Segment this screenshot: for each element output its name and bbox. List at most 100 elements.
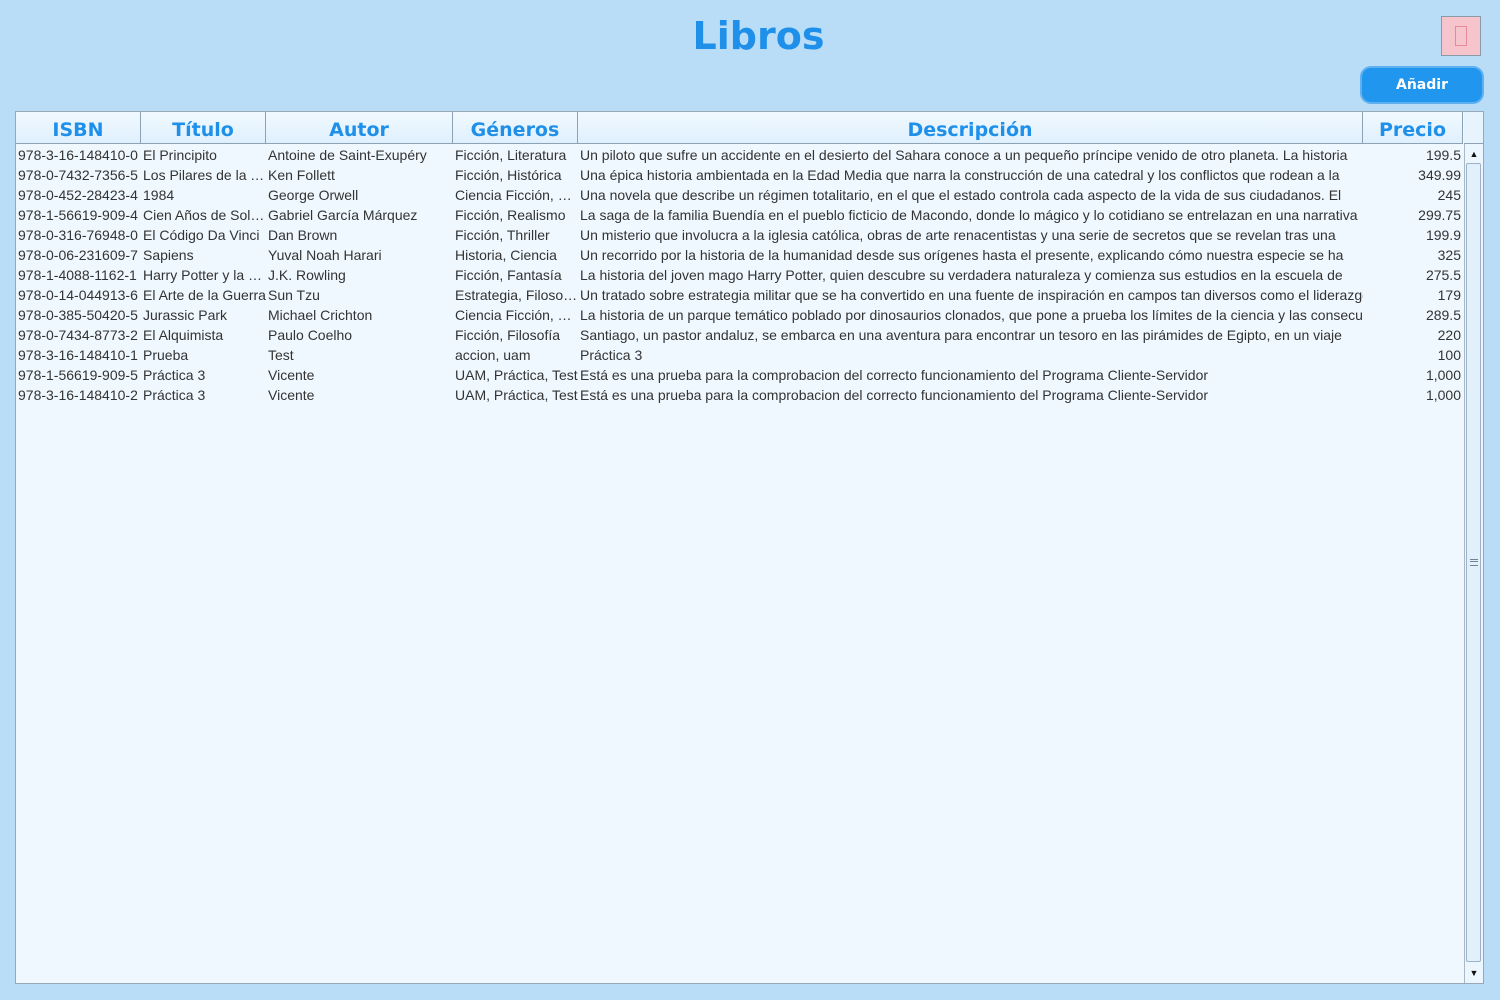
cell-precio[interactable]: 349.99 bbox=[1363, 165, 1463, 185]
cell-autor[interactable]: Michael Crichton bbox=[266, 305, 453, 325]
table-row[interactable]: 978-0-14-044913-6 El Arte de la Guerra Sun… bbox=[16, 285, 1463, 305]
column-header-autor[interactable]: Autor bbox=[266, 112, 453, 144]
cell-descripcion[interactable]: La historia de un parque temático poblad… bbox=[578, 305, 1363, 325]
cell-titulo[interactable]: Jurassic Park bbox=[141, 305, 266, 325]
cell-generos[interactable]: Ciencia Ficción, Distopía bbox=[453, 185, 578, 205]
cell-descripcion[interactable]: Una novela que describe un régimen total… bbox=[578, 185, 1363, 205]
cell-generos[interactable]: Estrategia, Filosofía bbox=[453, 285, 578, 305]
cell-autor[interactable]: Gabriel García Márquez bbox=[266, 205, 453, 225]
cell-descripcion[interactable]: Práctica 3 bbox=[578, 345, 1363, 365]
cell-isbn[interactable]: 978-0-14-044913-6 bbox=[16, 285, 141, 305]
cell-descripcion[interactable]: La saga de la familia Buendía en el pueb… bbox=[578, 205, 1363, 225]
cell-isbn[interactable]: 978-0-452-28423-4 bbox=[16, 185, 141, 205]
cell-autor[interactable]: Vicente bbox=[266, 365, 453, 385]
cell-titulo[interactable]: Prueba bbox=[141, 345, 266, 365]
close-button[interactable] bbox=[1441, 16, 1481, 56]
cell-autor[interactable]: Yuval Noah Harari bbox=[266, 245, 453, 265]
cell-descripcion[interactable]: Está es una prueba para la comprobacion … bbox=[578, 385, 1363, 405]
cell-autor[interactable]: George Orwell bbox=[266, 185, 453, 205]
cell-precio[interactable]: 275.5 bbox=[1363, 265, 1463, 285]
cell-titulo[interactable]: Los Pilares de la Tierra bbox=[141, 165, 266, 185]
cell-precio[interactable]: 245 bbox=[1363, 185, 1463, 205]
column-header-titulo[interactable]: Título bbox=[141, 112, 266, 144]
table-row[interactable]: 978-0-385-50420-5 Jurassic Park Michael Cr… bbox=[16, 305, 1463, 325]
cell-precio[interactable]: 179 bbox=[1363, 285, 1463, 305]
column-header-descripcion[interactable]: Descripción bbox=[578, 112, 1363, 144]
table-row[interactable]: 978-3-16-148410-1 Prueba Test accion, uam Pr… bbox=[16, 345, 1463, 365]
cell-generos[interactable]: UAM, Práctica, Test bbox=[453, 385, 578, 405]
table-row[interactable]: 978-1-56619-909-5 Práctica 3 Vicente UAM, P… bbox=[16, 365, 1463, 385]
cell-autor[interactable]: Sun Tzu bbox=[266, 285, 453, 305]
cell-generos[interactable]: Historia, Ciencia bbox=[453, 245, 578, 265]
cell-generos[interactable]: UAM, Práctica, Test bbox=[453, 365, 578, 385]
cell-titulo[interactable]: Cien Años de Soledad bbox=[141, 205, 266, 225]
cell-isbn[interactable]: 978-3-16-148410-2 bbox=[16, 385, 141, 405]
cell-precio[interactable]: 199.9 bbox=[1363, 225, 1463, 245]
cell-autor[interactable]: Paulo Coelho bbox=[266, 325, 453, 345]
cell-titulo[interactable]: 1984 bbox=[141, 185, 266, 205]
cell-isbn[interactable]: 978-1-4088-1162-1 bbox=[16, 265, 141, 285]
cell-isbn[interactable]: 978-3-16-148410-1 bbox=[16, 345, 141, 365]
cell-generos[interactable]: Ficción, Realismo bbox=[453, 205, 578, 225]
cell-titulo[interactable]: Harry Potter y la Piedra Filosofal bbox=[141, 265, 266, 285]
table-row[interactable]: 978-0-06-231609-7 Sapiens Yuval Noah Harar… bbox=[16, 245, 1463, 265]
down-arrow-icon[interactable]: ▼ bbox=[1465, 964, 1483, 982]
cell-precio[interactable]: 289.5 bbox=[1363, 305, 1463, 325]
books-table[interactable]: ISBN Título Autor Géneros Descripción Pr… bbox=[15, 111, 1484, 984]
cell-precio[interactable]: 325 bbox=[1363, 245, 1463, 265]
table-row[interactable]: 978-0-316-76948-0 El Código Da Vinci Dan B… bbox=[16, 225, 1463, 245]
cell-autor[interactable]: J.K. Rowling bbox=[266, 265, 453, 285]
cell-generos[interactable]: Ficción, Literatura bbox=[453, 145, 578, 165]
cell-precio[interactable]: 1,000 bbox=[1363, 365, 1463, 385]
cell-generos[interactable]: Ciencia Ficción, Thriller bbox=[453, 305, 578, 325]
cell-isbn[interactable]: 978-0-7434-8773-2 bbox=[16, 325, 141, 345]
cell-precio[interactable]: 1,000 bbox=[1363, 385, 1463, 405]
cell-titulo[interactable]: Sapiens bbox=[141, 245, 266, 265]
cell-titulo[interactable]: Práctica 3 bbox=[141, 365, 266, 385]
cell-isbn[interactable]: 978-1-56619-909-4 bbox=[16, 205, 141, 225]
cell-precio[interactable]: 199.5 bbox=[1363, 145, 1463, 165]
cell-isbn[interactable]: 978-0-385-50420-5 bbox=[16, 305, 141, 325]
cell-descripcion[interactable]: Una épica historia ambientada en la Edad… bbox=[578, 165, 1363, 185]
scrollbar-thumb[interactable] bbox=[1466, 163, 1481, 962]
cell-descripcion[interactable]: Santiago, un pastor andaluz, se embarca … bbox=[578, 325, 1363, 345]
cell-generos[interactable]: Ficción, Thriller bbox=[453, 225, 578, 245]
cell-descripcion[interactable]: Un piloto que sufre un accidente en el d… bbox=[578, 145, 1363, 165]
cell-autor[interactable]: Dan Brown bbox=[266, 225, 453, 245]
table-row[interactable]: 978-1-56619-909-4Cien Años de SoledadGab… bbox=[16, 205, 1463, 225]
cell-precio[interactable]: 299.75 bbox=[1363, 205, 1463, 225]
cell-generos[interactable]: Ficción, Filosofía bbox=[453, 325, 578, 345]
table-row[interactable]: 978-0-7432-7356-5Los Pilares de la Tierr… bbox=[16, 165, 1463, 185]
cell-generos[interactable]: Ficción, Histórica bbox=[453, 165, 578, 185]
cell-titulo[interactable]: El Código Da Vinci bbox=[141, 225, 266, 245]
cell-descripcion[interactable]: Un tratado sobre estrategia militar que … bbox=[578, 285, 1363, 305]
vertical-scrollbar[interactable]: ▲ ▼ bbox=[1464, 144, 1483, 983]
column-header-generos[interactable]: Géneros bbox=[453, 112, 578, 144]
cell-autor[interactable]: Test bbox=[266, 345, 453, 365]
table-row[interactable]: 978-3-16-148410-0 El Principito Antoine de… bbox=[16, 145, 1463, 165]
cell-isbn[interactable]: 978-0-06-231609-7 bbox=[16, 245, 141, 265]
table-row[interactable]: 978-3-16-148410-2 Práctica 3 Vicente UAM, P… bbox=[16, 385, 1463, 405]
cell-generos[interactable]: Ficción, Fantasía bbox=[453, 265, 578, 285]
table-row[interactable]: 978-1-4088-1162-1Harry Potter y la Piedr… bbox=[16, 265, 1463, 285]
cell-isbn[interactable]: 978-1-56619-909-5 bbox=[16, 365, 141, 385]
cell-isbn[interactable]: 978-3-16-148410-0 bbox=[16, 145, 141, 165]
cell-descripcion[interactable]: Un recorrido por la historia de la human… bbox=[578, 245, 1363, 265]
cell-descripcion[interactable]: Está es una prueba para la comprobacion … bbox=[578, 365, 1363, 385]
column-header-precio[interactable]: Precio bbox=[1363, 112, 1463, 144]
cell-descripcion[interactable]: La historia del joven mago Harry Potter,… bbox=[578, 265, 1363, 285]
up-arrow-icon[interactable]: ▲ bbox=[1465, 145, 1483, 163]
cell-titulo[interactable]: El Arte de la Guerra bbox=[141, 285, 266, 305]
cell-titulo[interactable]: El Alquimista bbox=[141, 325, 266, 345]
cell-titulo[interactable]: Práctica 3 bbox=[141, 385, 266, 405]
cell-precio[interactable]: 100 bbox=[1363, 345, 1463, 365]
cell-autor[interactable]: Vicente bbox=[266, 385, 453, 405]
cell-autor[interactable]: Antoine de Saint-Exupéry bbox=[266, 145, 453, 165]
cell-precio[interactable]: 220 bbox=[1363, 325, 1463, 345]
cell-generos[interactable]: accion, uam bbox=[453, 345, 578, 365]
table-row[interactable]: 978-0-452-28423-4 1984 George Orwell Cienci… bbox=[16, 185, 1463, 205]
cell-titulo[interactable]: El Principito bbox=[141, 145, 266, 165]
column-header-isbn[interactable]: ISBN bbox=[16, 112, 141, 144]
cell-autor[interactable]: Ken Follett bbox=[266, 165, 453, 185]
cell-isbn[interactable]: 978-0-7432-7356-5 bbox=[16, 165, 141, 185]
